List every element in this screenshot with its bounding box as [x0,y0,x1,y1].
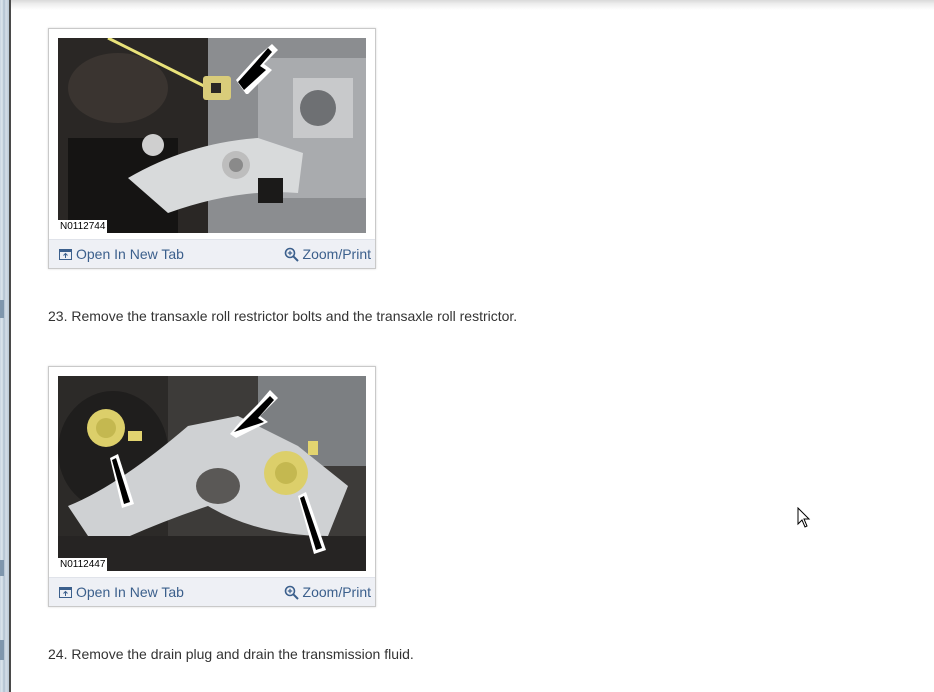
engine-photo-illustration [58,38,366,233]
figure-toolbar: Open In New Tab Zoom/Print [49,577,375,606]
edge-mark [0,300,4,318]
step-23-text: 23. Remove the transaxle roll restrictor… [48,308,518,324]
zoom-print-link[interactable]: Zoom/Print [284,246,371,262]
open-in-new-tab-label: Open In New Tab [76,584,184,600]
edge-mark [0,560,4,576]
zoom-print-label: Zoom/Print [302,584,371,600]
open-in-new-tab-label: Open In New Tab [76,246,184,262]
window-edge-strip [0,0,9,692]
zoom-magnifier-icon [284,585,299,600]
mouse-cursor-icon [797,507,811,528]
open-in-new-tab-link[interactable]: Open In New Tab [59,246,184,262]
figure-photo[interactable]: N0112447 [58,376,366,571]
figure-code: N0112447 [58,558,108,571]
zoom-print-label: Zoom/Print [302,246,371,262]
zoom-print-link[interactable]: Zoom/Print [284,584,371,600]
edge-mark [0,640,4,660]
open-in-new-tab-icon [59,586,72,598]
figure-n0112744: N0112744 Open In New Tab Zoom/Print [48,28,376,269]
open-in-new-tab-link[interactable]: Open In New Tab [59,584,184,600]
figure-photo[interactable]: N0112744 [58,38,366,233]
figure-n0112447: N0112447 Open In New Tab Zoom/Print [48,366,376,607]
top-shadow [11,0,934,10]
figure-toolbar: Open In New Tab Zoom/Print [49,239,375,268]
roll-restrictor-photo-illustration [58,376,366,571]
zoom-magnifier-icon [284,247,299,262]
open-in-new-tab-icon [59,248,72,260]
content-border [9,0,11,692]
step-24-text: 24. Remove the drain plug and drain the … [48,646,414,662]
figure-code: N0112744 [58,220,108,233]
